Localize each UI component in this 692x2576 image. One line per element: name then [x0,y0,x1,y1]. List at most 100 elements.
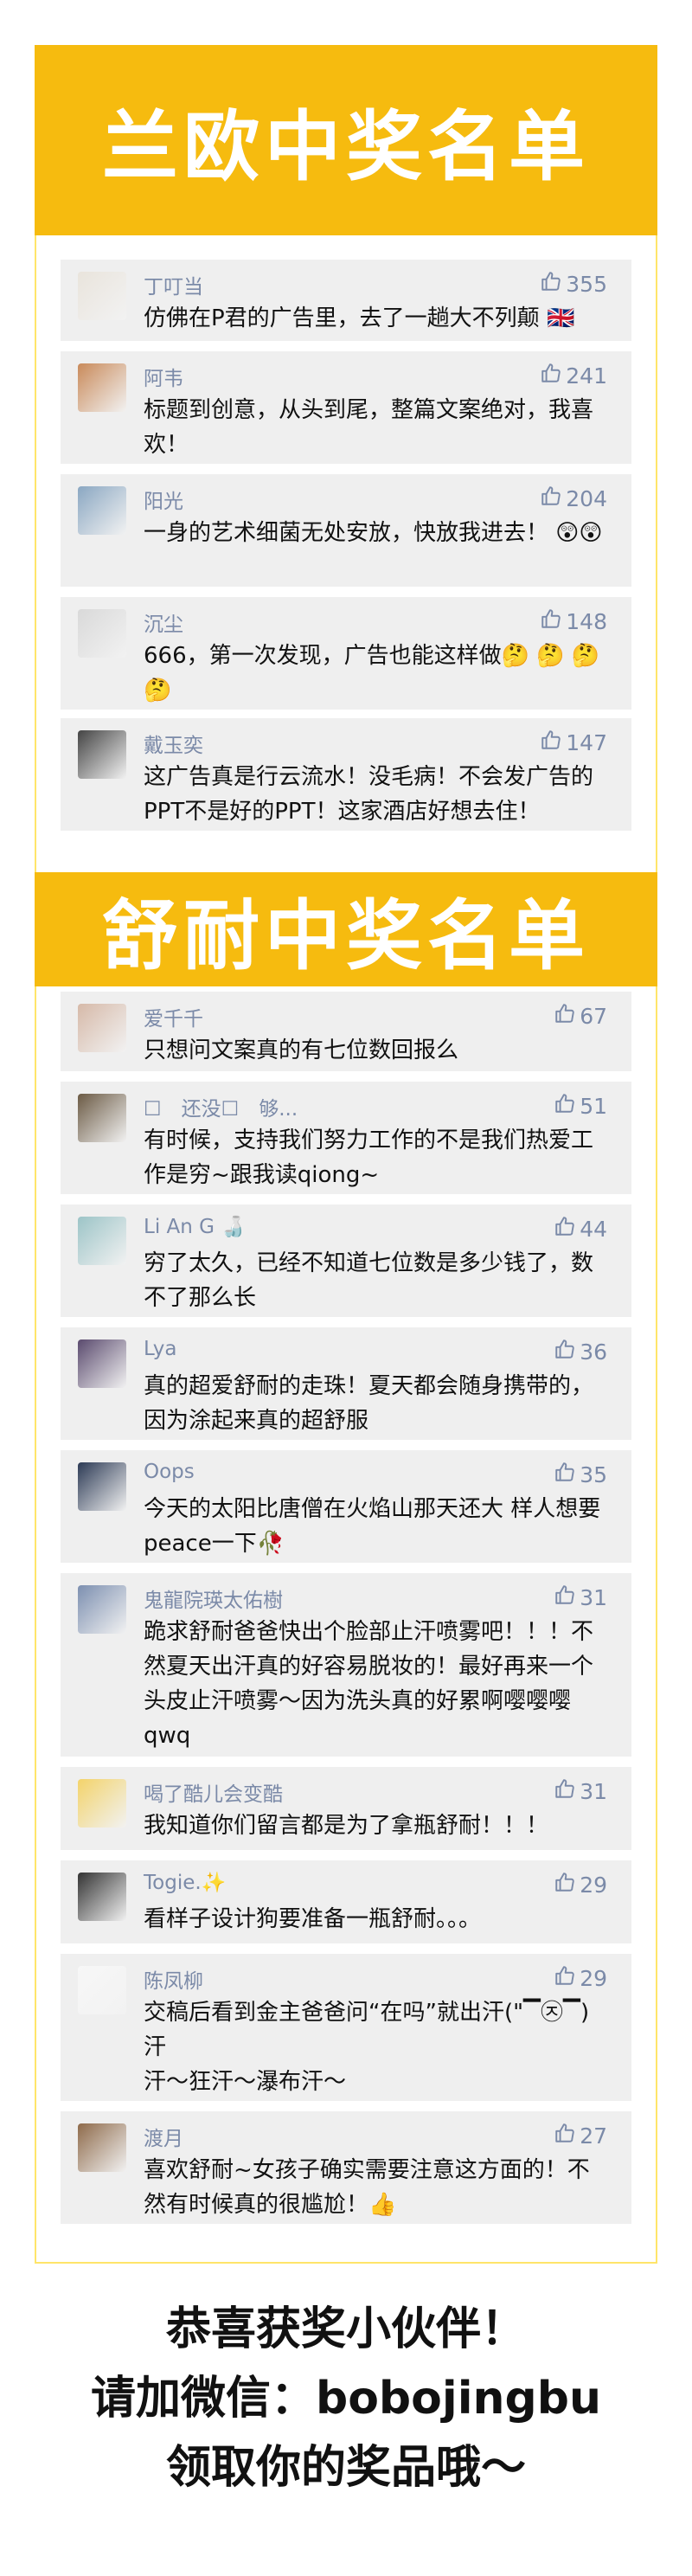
comment-text: 有时候，支持我们努力工作的不是我们热爱工作是穷~跟我读qiong~ [144,1127,594,1188]
section-title-shunai: 舒耐中奖名单 [35,872,657,986]
avatar[interactable] [78,1873,126,1921]
thumbs-up-icon [540,729,566,756]
comment-card: 鬼龍院瑛太佑樹 31 跪求舒耐爸爸快出个脸部止汗喷雾吧！！！不然夏天出汗真的好容易脱… [61,1573,631,1757]
comment-text: 标题到创意，从头到尾，整篇文案绝对，我喜欢！ [144,397,594,458]
like-button[interactable]: 27 [554,2122,607,2149]
thumbs-up-icon [554,1092,580,1120]
commenter-name: Li An G 🍶 [144,1216,246,1238]
comment-card: 阳光 204 一身的艺术细菌无处安放，快放我进去！ 😲😲 [61,474,631,587]
avatar[interactable] [78,1339,126,1388]
avatar[interactable] [78,1217,126,1265]
like-count: 147 [566,729,607,755]
comment-text: 今天的太阳比唐僧在火焰山那天还大 样人想要peace一下🥀 [144,1496,601,1557]
commenter-name: 喝了酷儿会变酷 [144,1783,283,1806]
comment-text: 交稿后看到金主爸爸问“在吗”就出汗("▔㉨▔)汗 [144,2000,590,2060]
footer-claim: 领取你的奖品哦～ [165,2442,526,2494]
like-button[interactable]: 51 [554,1092,607,1120]
avatar[interactable] [78,363,126,412]
thumbs-up-icon [554,1215,580,1243]
avatar[interactable] [78,2123,126,2172]
avatar[interactable] [78,1094,126,1142]
thumbs-up-icon [554,1002,580,1030]
thumbs-up-icon [554,1964,580,1992]
comment-card: 爱千千 67 只想问文案真的有七位数回报么 [61,992,631,1071]
thumbs-up-icon [554,1338,580,1365]
commenter-name: 戴玉奕 [144,735,203,757]
comment-text: 一身的艺术细菌无处安放，快放我进去！ 😲😲 [144,520,603,546]
like-button[interactable]: 355 [540,270,607,298]
avatar[interactable] [78,1004,126,1052]
like-button[interactable]: 29 [554,1964,607,1992]
avatar[interactable] [78,486,126,535]
comment-text-line2: 汗～狂汗～瀑布汗～ [144,2069,347,2095]
like-button[interactable]: 147 [540,729,607,756]
thumbs-up-icon [554,1777,580,1805]
like-count: 67 [580,1003,607,1029]
avatar[interactable] [78,1779,126,1828]
like-button[interactable]: 31 [554,1777,607,1805]
avatar[interactable] [78,730,126,779]
comment-text: 看样子设计狗要准备一瓶舒耐。。。 [144,1906,482,1932]
thumbs-up-icon [554,1871,580,1898]
comment-card: 渡月 27 喜欢舒耐~女孩子确实需要注意这方面的！不然有时候真的很尴尬！👍 [61,2111,631,2224]
commenter-name: 阳光 [144,491,183,513]
like-button[interactable]: 44 [554,1215,607,1243]
footer-wechat: 请加微信：bobojingbu [90,2373,602,2425]
like-count: 148 [566,608,607,634]
commenter-name: Togie.✨ [144,1872,227,1894]
like-count: 51 [580,1093,607,1119]
thumbs-up-icon [540,270,566,298]
like-count: 27 [580,2123,607,2149]
like-button[interactable]: 67 [554,1002,607,1030]
comment-card: 戴玉奕 147 这广告真是行云流水！没毛病！不会发广告的PPT不是好的PPT！这家酒… [61,718,631,831]
like-button[interactable]: 148 [540,607,607,635]
commenter-name: ☐ 还没☐ 够... [144,1098,298,1121]
commenter-name: 渡月 [144,2128,183,2150]
like-count: 204 [566,485,607,511]
comment-text: 666，第一次发现，广告也能这样做🤔 🤔 🤔 🤔 [144,643,600,703]
footer-congrats: 恭喜获奖小伙伴！ [165,2303,526,2355]
comment-text: 跪求舒耐爸爸快出个脸部止汗喷雾吧！！！不然夏天出汗真的好容易脱妆的！最好再来一个… [144,1619,594,1749]
like-button[interactable]: 31 [554,1584,607,1611]
commenter-name: 陈凤柳 [144,1970,203,1993]
comment-card: 喝了酷儿会变酷 31 我知道你们留言都是为了拿瓶舒耐！！！ [61,1767,631,1850]
comment-card: 沉尘 148 666，第一次发现，广告也能这样做🤔 🤔 🤔 🤔 [61,597,631,710]
commenter-name: 沉尘 [144,613,183,636]
like-button[interactable]: 35 [554,1461,607,1488]
comment-card: Li An G 🍶 44 穷了太久，已经不知道七位数是多少钱了，数不了那么长 [61,1204,631,1317]
avatar[interactable] [78,272,126,320]
like-count: 29 [580,1965,607,1991]
comment-text: 仿佛在P君的广告里，去了一趟大不列颠 🇬🇧 [144,305,575,331]
comment-card: Oops 35 今天的太阳比唐僧在火焰山那天还大 样人想要peace一下🥀 [61,1450,631,1563]
commenter-name: 阿韦 [144,368,183,390]
comment-text: 只想问文案真的有七位数回报么 [144,1037,459,1063]
commenter-name: Lya [144,1338,177,1360]
avatar[interactable] [78,1462,126,1511]
commenter-name: 爱千千 [144,1008,203,1031]
like-button[interactable]: 36 [554,1338,607,1365]
comment-card: ☐ 还没☐ 够... 51 有时候，支持我们努力工作的不是我们热爱工作是穷~跟我读q… [61,1082,631,1194]
thumbs-up-icon [540,485,566,512]
like-button[interactable]: 241 [540,362,607,389]
like-count: 31 [580,1778,607,1804]
avatar[interactable] [78,1966,126,2014]
like-button[interactable]: 204 [540,485,607,512]
like-count: 241 [566,363,607,389]
comment-text: 我知道你们留言都是为了拿瓶舒耐！！！ [144,1813,549,1839]
thumbs-up-icon [554,1461,580,1488]
like-button[interactable]: 29 [554,1871,607,1898]
like-count: 35 [580,1461,607,1487]
thumbs-up-icon [540,362,566,389]
thumbs-up-icon [554,2122,580,2149]
comment-card: 陈凤柳 29 交稿后看到金主爸爸问“在吗”就出汗("▔㉨▔)汗汗～狂汗～瀑布汗～ [61,1954,631,2101]
like-count: 31 [580,1584,607,1610]
avatar[interactable] [78,609,126,658]
comment-card: 丁叮当 355 仿佛在P君的广告里，去了一趟大不列颠 🇬🇧 [61,260,631,341]
avatar[interactable] [78,1585,126,1634]
thumbs-up-icon [540,607,566,635]
like-count: 36 [580,1339,607,1365]
commenter-name: 鬼龍院瑛太佑樹 [144,1590,283,1612]
comment-card: Togie.✨ 29 看样子设计狗要准备一瓶舒耐。。。 [61,1860,631,1943]
commenter-name: Oops [144,1461,195,1483]
section-title-lanou: 兰欧中奖名单 [35,45,657,235]
